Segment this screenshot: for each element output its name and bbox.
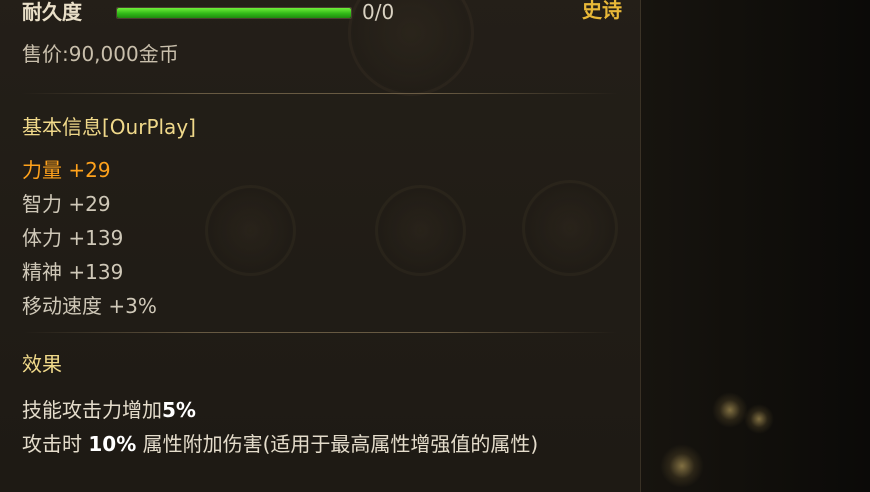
stat-move-speed: 移动速度 +3%: [22, 294, 157, 318]
game-scene: 耐久度 0/0 史诗 售价:90,000金币 基本信息[OurPlay] 力量 …: [0, 0, 870, 492]
stat-spirit: 精神 +139: [22, 260, 124, 284]
effect-text: 属性附加伤害(适用于最高属性增强值的属性): [136, 432, 539, 456]
durability-label: 耐久度: [22, 0, 82, 24]
stat-strength: 力量 +29: [22, 158, 111, 182]
section-divider: [22, 332, 618, 333]
basic-info-title: 基本信息[OurPlay]: [22, 115, 196, 139]
effect-value: 10%: [88, 432, 137, 456]
effect-line-skill-attack: 技能攻击力增加5%: [22, 398, 196, 422]
emblem-watermark: [205, 185, 296, 276]
light-spark: [660, 444, 704, 488]
emblem-watermark: [522, 180, 618, 276]
stat-intelligence: 智力 +29: [22, 192, 111, 216]
rarity-label: 史诗: [582, 0, 622, 22]
effect-line-element-damage: 攻击时 10% 属性附加伤害(适用于最高属性增强值的属性): [22, 432, 538, 456]
effect-value: 5%: [162, 398, 196, 422]
durability-bar: [116, 7, 352, 19]
durability-bar-fill: [117, 8, 351, 18]
effects-title: 效果: [22, 352, 62, 376]
stat-vitality: 体力 +139: [22, 226, 124, 250]
effect-text: 技能攻击力增加: [22, 398, 162, 422]
sell-price: 售价:90,000金币: [22, 42, 179, 66]
light-spark: [744, 404, 774, 434]
effect-text: 攻击时: [22, 432, 89, 456]
light-spark: [712, 392, 748, 428]
section-divider: [22, 93, 618, 94]
emblem-watermark: [375, 185, 466, 276]
item-tooltip-panel: 耐久度 0/0 史诗 售价:90,000金币 基本信息[OurPlay] 力量 …: [0, 0, 641, 492]
durability-value: 0/0: [362, 0, 395, 24]
